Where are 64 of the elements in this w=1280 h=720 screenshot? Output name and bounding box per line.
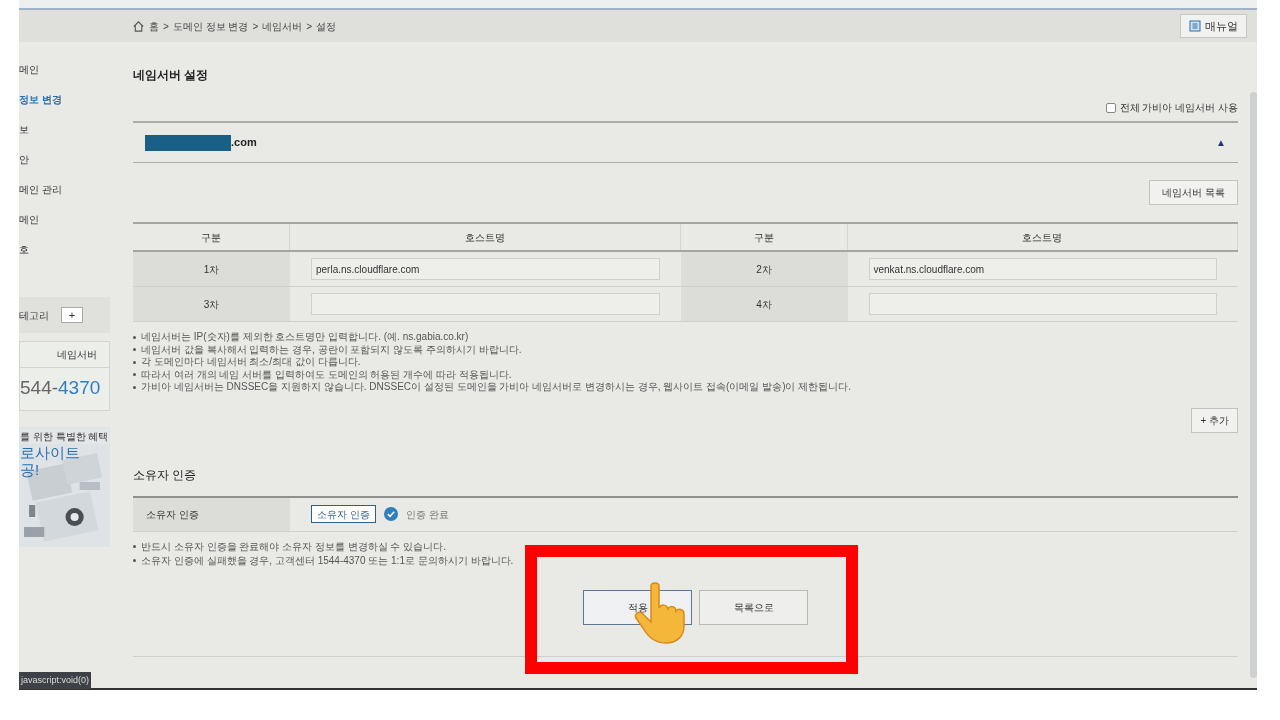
breadcrumb-separator: > xyxy=(252,19,259,34)
sidebar-item[interactable]: 메인 xyxy=(19,212,110,227)
table-cell: 소유자 인증 xyxy=(133,497,290,531)
home-icon[interactable] xyxy=(132,19,145,33)
status-text: 인증 완료 xyxy=(405,507,449,522)
banner-subtitle: 를 위한 특별한 혜택 xyxy=(20,429,109,444)
breadcrumb-item[interactable]: 설정 xyxy=(316,18,337,34)
sidebar-item[interactable]: 보 xyxy=(19,122,110,137)
add-button[interactable]: + 추가 xyxy=(1191,407,1238,433)
category-label: 테고리 xyxy=(19,308,49,323)
banner-title: 로사이트 xyxy=(20,444,81,461)
owner-verify-button[interactable]: 소유자 인증 xyxy=(311,505,376,523)
note-text: 가비아 네임서버는 DNSSEC을 지원하지 않습니다. DNSSEC이 설정된 도메인을 가비아 네임서버로 변경하시는 경우, 웹사이트 접속(이메일 발송)이 제한됩니다. xyxy=(141,381,852,394)
note-text: 네임서버 값을 복사해서 입력하는 경우, 공란이 포함되지 않도록 주의하시기 바랍니다. xyxy=(141,343,522,356)
sidebar-item[interactable]: 안 xyxy=(19,152,110,167)
manual-button[interactable]: 매뉴얼 xyxy=(1180,14,1247,38)
bullet-icon xyxy=(133,360,136,364)
bullet-icon xyxy=(133,373,136,377)
list-button[interactable]: 목록으로 xyxy=(699,589,808,625)
nameserver-list-button[interactable]: 네임서버 목록 xyxy=(1149,180,1238,205)
breadcrumb-separator: > xyxy=(163,19,169,34)
column-header: 구분 xyxy=(680,224,848,250)
sidebar-item[interactable]: 호 xyxy=(19,242,110,257)
bullet-icon xyxy=(133,545,136,548)
document-icon xyxy=(1189,20,1201,32)
note-text: 따라서 여러 개의 네임 서버를 입력하여도 도메인의 허용된 개수에 따라 적용됩니다. xyxy=(141,368,512,381)
section-title: 소유자 인증 xyxy=(133,466,198,484)
note-text: 소유자 인증에 실패했을 경우, 고객센터 1544-4370 또는 1:1로 문의하시기 바랍니다. xyxy=(141,553,514,568)
hostname-field[interactable]: venkat.ns.cloudflare.com xyxy=(868,258,1217,280)
table-cell: 1차 xyxy=(133,252,290,286)
bullet-icon xyxy=(133,559,136,562)
note-text: 반드시 소유자 인증을 완료해야 소유자 정보를 변경하실 수 있습니다. xyxy=(141,539,446,554)
breadcrumb-item[interactable]: 네임서버 xyxy=(262,18,303,34)
contact-header: 네임서버 xyxy=(57,348,97,362)
note-text: 각 도메인마다 네임서버 최소/최대 값이 다릅니다. xyxy=(141,356,361,369)
page-title: 네임서버 설정 xyxy=(133,67,210,84)
checkbox[interactable] xyxy=(1105,102,1116,113)
breadcrumb-item[interactable]: 홈 xyxy=(149,18,159,34)
note-text: 네임서버는 IP(숫자)를 제외한 호스트명만 입력합니다. (예. ns.gabia.co.kr) xyxy=(141,331,469,344)
hostname-field[interactable] xyxy=(868,293,1217,315)
table-cell: 3차 xyxy=(133,287,290,321)
sidebar-item[interactable]: 메인 xyxy=(19,62,110,77)
sidebar-item[interactable]: 메인 관리 xyxy=(19,182,110,197)
sidebar-item[interactable]: 정보 변경 xyxy=(19,92,110,107)
hostname-field[interactable] xyxy=(311,293,660,315)
column-header: 호스트명 xyxy=(290,224,681,250)
phone-number: 544-4370 xyxy=(20,376,102,400)
column-header: 구분 xyxy=(133,224,290,250)
scrollbar[interactable] xyxy=(1250,92,1257,678)
bullet-icon xyxy=(133,348,136,352)
status-url: javascript:void(0) xyxy=(19,672,92,689)
domain-name: .com xyxy=(231,135,257,151)
table-cell: 4차 xyxy=(680,287,848,321)
add-category-button[interactable]: + xyxy=(61,307,83,323)
breadcrumb-separator: > xyxy=(306,19,313,34)
hostname-field[interactable]: perla.ns.cloudflare.com xyxy=(311,258,660,280)
breadcrumb-item[interactable]: 도메인 정보 변경 xyxy=(172,18,249,34)
checkbox-label[interactable]: 전체 가비아 네임서버 사용 xyxy=(1119,100,1238,115)
table-cell: 2차 xyxy=(680,252,848,286)
bullet-icon xyxy=(133,385,136,389)
collapse-toggle[interactable]: ▲ xyxy=(1216,135,1226,150)
column-header: 호스트명 xyxy=(847,224,1238,250)
banner-title: 공! xyxy=(20,461,41,478)
bullet-icon xyxy=(133,335,136,339)
